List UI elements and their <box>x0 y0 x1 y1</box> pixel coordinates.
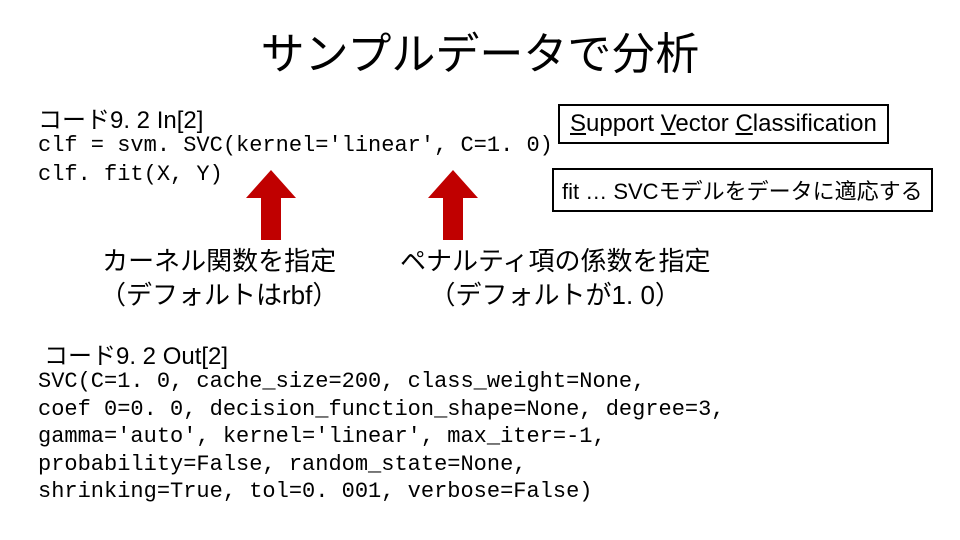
fit-box: fit … SVCモデルをデータに適応する <box>552 168 933 212</box>
svc-c: C <box>735 110 752 137</box>
svc-v: V <box>661 110 676 137</box>
kernel-note: カーネル関数を指定 （デフォルトはrbf） <box>100 245 338 313</box>
penalty-note-l1: ペナルティ項の係数を指定 <box>400 246 710 276</box>
svc-rest3: lassification <box>753 110 877 137</box>
arrow-icon <box>246 170 296 240</box>
slide: サンプルデータで分析 コード9. 2 In[2] clf = svm. SVC(… <box>0 0 960 540</box>
code-out: SVC(C=1. 0, cache_size=200, class_weight… <box>38 368 725 506</box>
penalty-note-l2: （デフォルトが1. 0） <box>430 280 681 310</box>
arrow-icon <box>428 170 478 240</box>
kernel-note-l1: カーネル関数を指定 <box>102 246 336 276</box>
code-out-label: コード9. 2 Out[2] <box>44 336 228 371</box>
code-in-label: コード9. 2 In[2] <box>38 100 203 135</box>
slide-title: サンプルデータで分析 <box>0 18 960 82</box>
penalty-note: ペナルティ項の係数を指定 （デフォルトが1. 0） <box>400 245 710 313</box>
kernel-note-l2: （デフォルトはrbf） <box>100 280 338 310</box>
svc-box: Support Vector Classification <box>558 104 889 144</box>
svc-s: S <box>570 110 586 137</box>
svc-rest1: upport <box>586 110 661 137</box>
svc-rest2: ector <box>675 110 735 137</box>
